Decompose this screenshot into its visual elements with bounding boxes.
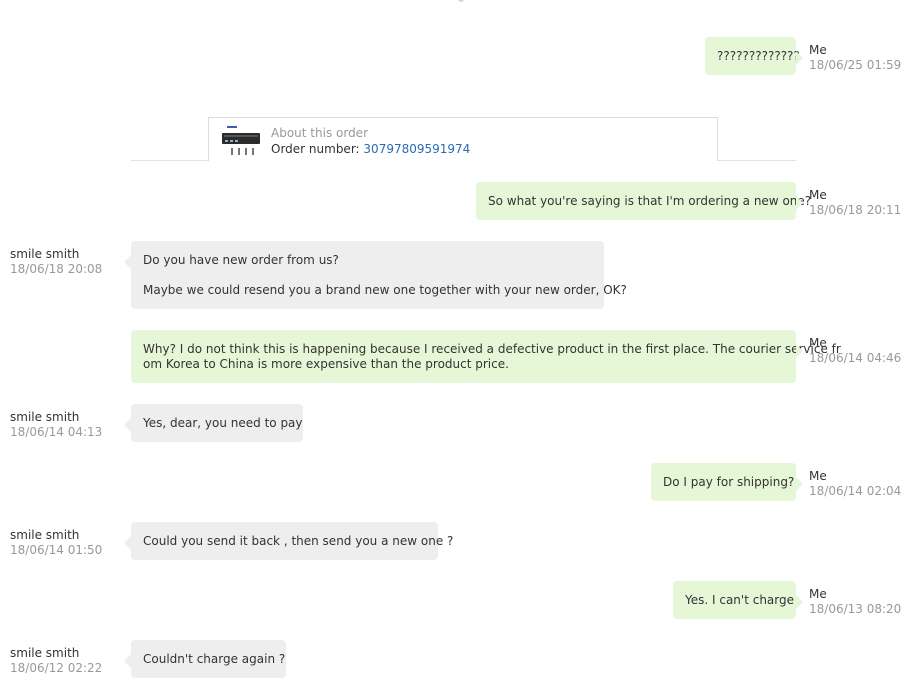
message-time: 18/06/14 04:46 — [809, 351, 902, 365]
message-text: Yes, dear, you need to pay — [143, 416, 303, 430]
message-time: 18/06/14 04:13 — [10, 425, 103, 439]
message-text: Couldn't charge again ? — [143, 652, 286, 666]
sender-name: smile smith — [10, 646, 80, 660]
message-time: 18/06/14 01:50 — [10, 543, 103, 557]
product-thumbnail — [222, 126, 260, 155]
message-meta: Me 18/06/25 01:59 — [809, 43, 901, 73]
message-bubble-me: So what you're saying is that I'm orderi… — [476, 182, 812, 220]
message-bubble-them: Could you send it back , then send you a… — [124, 522, 454, 560]
sender-name: Me — [809, 587, 827, 601]
order-card[interactable]: About this order Order number: 307978095… — [208, 117, 718, 161]
message-text: om Korea to China is more expensive than… — [143, 357, 509, 371]
message-bubble-me: ????????????? — [705, 37, 803, 75]
message-time: 18/06/12 02:22 — [10, 661, 103, 675]
order-number-row: Order number: 30797809591974 — [271, 142, 470, 156]
sender-name: smile smith — [10, 247, 80, 261]
message-time: 18/06/14 02:04 — [809, 484, 902, 498]
message-time: 18/06/25 01:59 — [809, 58, 902, 72]
message-text: So what you're saying is that I'm orderi… — [488, 194, 812, 208]
sender-name: Me — [809, 43, 827, 57]
message-time: 18/06/18 20:08 — [10, 262, 103, 276]
message-bubble-them: Yes, dear, you need to pay — [124, 404, 303, 442]
sender-name: Me — [809, 469, 827, 483]
message-time: 18/06/13 08:20 — [809, 602, 902, 616]
message-text: Why? I do not think this is happening be… — [143, 342, 841, 356]
message-text: Do I pay for shipping? — [663, 475, 795, 489]
message-meta: Me 18/06/18 20:11 — [809, 188, 901, 218]
message-bubble-me: Do I pay for shipping? — [651, 463, 803, 501]
message-meta: smile smith 18/06/14 01:50 — [10, 528, 102, 558]
message-time: 18/06/18 20:11 — [809, 203, 902, 217]
message-text: Do you have new order from us? — [143, 253, 339, 267]
message-meta: Me 18/06/14 02:04 — [809, 469, 901, 499]
sender-name: Me — [809, 188, 827, 202]
sender-name: smile smith — [10, 410, 80, 424]
order-divider-left — [131, 160, 209, 161]
scroll-top-indicator — [458, 0, 464, 2]
message-meta: Me 18/06/14 04:46 — [809, 336, 901, 366]
message-text: Yes. I can't charge — [685, 593, 795, 607]
message-meta: smile smith 18/06/14 04:13 — [10, 410, 102, 440]
order-number-label: Order number: — [271, 142, 360, 156]
message-meta: smile smith 18/06/18 20:08 — [10, 247, 102, 277]
message-text: Maybe we could resend you a brand new on… — [143, 283, 627, 297]
order-number-link[interactable]: 30797809591974 — [363, 142, 470, 156]
message-text: Could you send it back , then send you a… — [143, 534, 454, 548]
message-meta: Me 18/06/13 08:20 — [809, 587, 901, 617]
message-bubble-them: Do you have new order from us? Maybe we … — [124, 241, 627, 309]
sender-name: Me — [809, 336, 827, 350]
message-meta: smile smith 18/06/12 02:22 — [10, 646, 102, 676]
message-text: ????????????? — [717, 49, 800, 63]
message-bubble-me: Why? I do not think this is happening be… — [131, 330, 841, 383]
message-bubble-them: Couldn't charge again ? — [124, 640, 286, 678]
order-divider-right — [717, 160, 796, 161]
sender-name: smile smith — [10, 528, 80, 542]
message-bubble-me: Yes. I can't charge — [673, 581, 803, 619]
order-card-title: About this order — [271, 126, 369, 140]
